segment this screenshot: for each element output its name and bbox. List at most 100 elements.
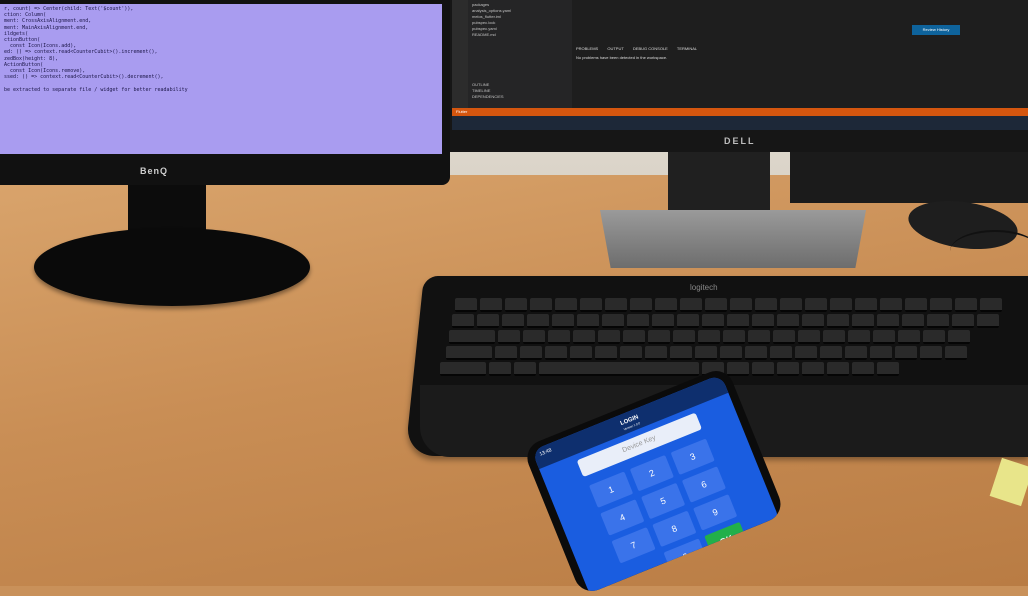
keyboard-key xyxy=(852,314,874,328)
status-bar: Flutter xyxy=(452,108,1028,116)
keyboard-key xyxy=(505,298,527,312)
keyboard-key xyxy=(670,346,692,360)
dell-logo: DELL xyxy=(724,136,756,146)
keyboard-key xyxy=(720,346,742,360)
keyboard-key xyxy=(680,298,702,312)
benq-screen-code-editor: r, count) => Center(child: Text('$count'… xyxy=(0,4,442,154)
keyboard-key xyxy=(489,362,511,376)
keyboard-key xyxy=(677,314,699,328)
keyboard-key xyxy=(552,314,574,328)
keyboard-row xyxy=(449,330,970,344)
keyboard-key xyxy=(723,330,745,344)
keyboard-key xyxy=(795,346,817,360)
keyboard-key xyxy=(477,314,499,328)
windows-taskbar xyxy=(452,116,1028,130)
keyboard-row xyxy=(455,298,1002,312)
keyboard-key xyxy=(923,330,945,344)
keyboard-key xyxy=(502,314,524,328)
keyboard-key xyxy=(539,362,699,376)
keyboard-key xyxy=(777,362,799,376)
dell-monitor-stand-base xyxy=(600,210,866,268)
keyboard-row xyxy=(452,314,999,328)
keyboard-key xyxy=(455,298,477,312)
keyboard-row xyxy=(446,346,967,360)
keyboard-key xyxy=(898,330,920,344)
keyboard-key xyxy=(948,330,970,344)
keyboard-key xyxy=(514,362,536,376)
keyboard-key xyxy=(770,346,792,360)
keyboard-key xyxy=(877,314,899,328)
keyboard-key xyxy=(527,314,549,328)
keyboard-key xyxy=(955,298,977,312)
keyboard-key xyxy=(798,330,820,344)
keyboard-key xyxy=(523,330,545,344)
keyboard-key xyxy=(802,314,824,328)
keyboard-key xyxy=(852,362,874,376)
keyboard-key xyxy=(980,298,1002,312)
keyboard-key xyxy=(823,330,845,344)
tab-output[interactable]: OUTPUT xyxy=(607,46,623,51)
keyboard-key xyxy=(905,298,927,312)
keyboard-key xyxy=(520,346,542,360)
keyboard-key xyxy=(845,346,867,360)
keyboard-key xyxy=(830,298,852,312)
keyboard-row xyxy=(440,362,899,376)
keyboard-key xyxy=(446,346,492,360)
keyboard-key xyxy=(773,330,795,344)
keyboard-key xyxy=(802,362,824,376)
tab-problems[interactable]: PROBLEMS xyxy=(576,46,598,51)
keyboard-key xyxy=(595,346,617,360)
keyboard-key xyxy=(855,298,877,312)
keyboard-key xyxy=(652,314,674,328)
tab-debug-console[interactable]: DEBUG CONSOLE xyxy=(633,46,668,51)
keyboard-key xyxy=(570,346,592,360)
keyboard-key xyxy=(848,330,870,344)
keyboard-key xyxy=(827,362,849,376)
keyboard-key xyxy=(820,346,842,360)
keyboard-key xyxy=(577,314,599,328)
review-history-button[interactable]: Review History xyxy=(912,25,960,35)
keyboard-key xyxy=(952,314,974,328)
keyboard-key xyxy=(752,362,774,376)
keyboard-key xyxy=(727,362,749,376)
keyboard-key xyxy=(777,314,799,328)
code-line: be extracted to separate file / widget f… xyxy=(4,86,188,93)
explorer-item[interactable]: README.md xyxy=(472,32,568,38)
tab-terminal[interactable]: TERMINAL xyxy=(677,46,697,51)
keyboard-key xyxy=(555,298,577,312)
statusbar-text: Flutter xyxy=(456,109,468,114)
keyboard-key xyxy=(945,346,967,360)
keyboard-key xyxy=(895,346,917,360)
keyboard-key xyxy=(780,298,802,312)
keyboard-key xyxy=(920,346,942,360)
keyboard-key xyxy=(623,330,645,344)
sidebar-section-dependencies[interactable]: DEPENDENCIES xyxy=(472,94,568,100)
file-explorer: packages analysis_options.yaml melos_flu… xyxy=(468,0,572,110)
keyboard-key xyxy=(645,346,667,360)
keyboard-key xyxy=(548,330,570,344)
keyboard-key xyxy=(620,346,642,360)
keyboard-brand-label: logitech xyxy=(690,283,718,292)
keyboard-key xyxy=(745,346,767,360)
keyboard-key xyxy=(702,314,724,328)
keyboard-key xyxy=(805,298,827,312)
keyboard-key xyxy=(498,330,520,344)
keyboard-key xyxy=(752,314,774,328)
keyboard-key xyxy=(930,298,952,312)
keyboard-key xyxy=(873,330,895,344)
keyboard-key xyxy=(977,314,999,328)
keyboard-key xyxy=(902,314,924,328)
keyboard-key xyxy=(698,330,720,344)
keyboard-key xyxy=(630,298,652,312)
keyboard-key xyxy=(695,346,717,360)
keyboard-key xyxy=(827,314,849,328)
dark-device xyxy=(790,148,1028,203)
keyboard-key xyxy=(877,362,899,376)
keyboard-key xyxy=(580,298,602,312)
keyboard-key xyxy=(880,298,902,312)
keyboard-key xyxy=(627,314,649,328)
keyboard-key xyxy=(648,330,670,344)
keyboard-key xyxy=(530,298,552,312)
keyboard-key xyxy=(748,330,770,344)
keyboard-key xyxy=(870,346,892,360)
